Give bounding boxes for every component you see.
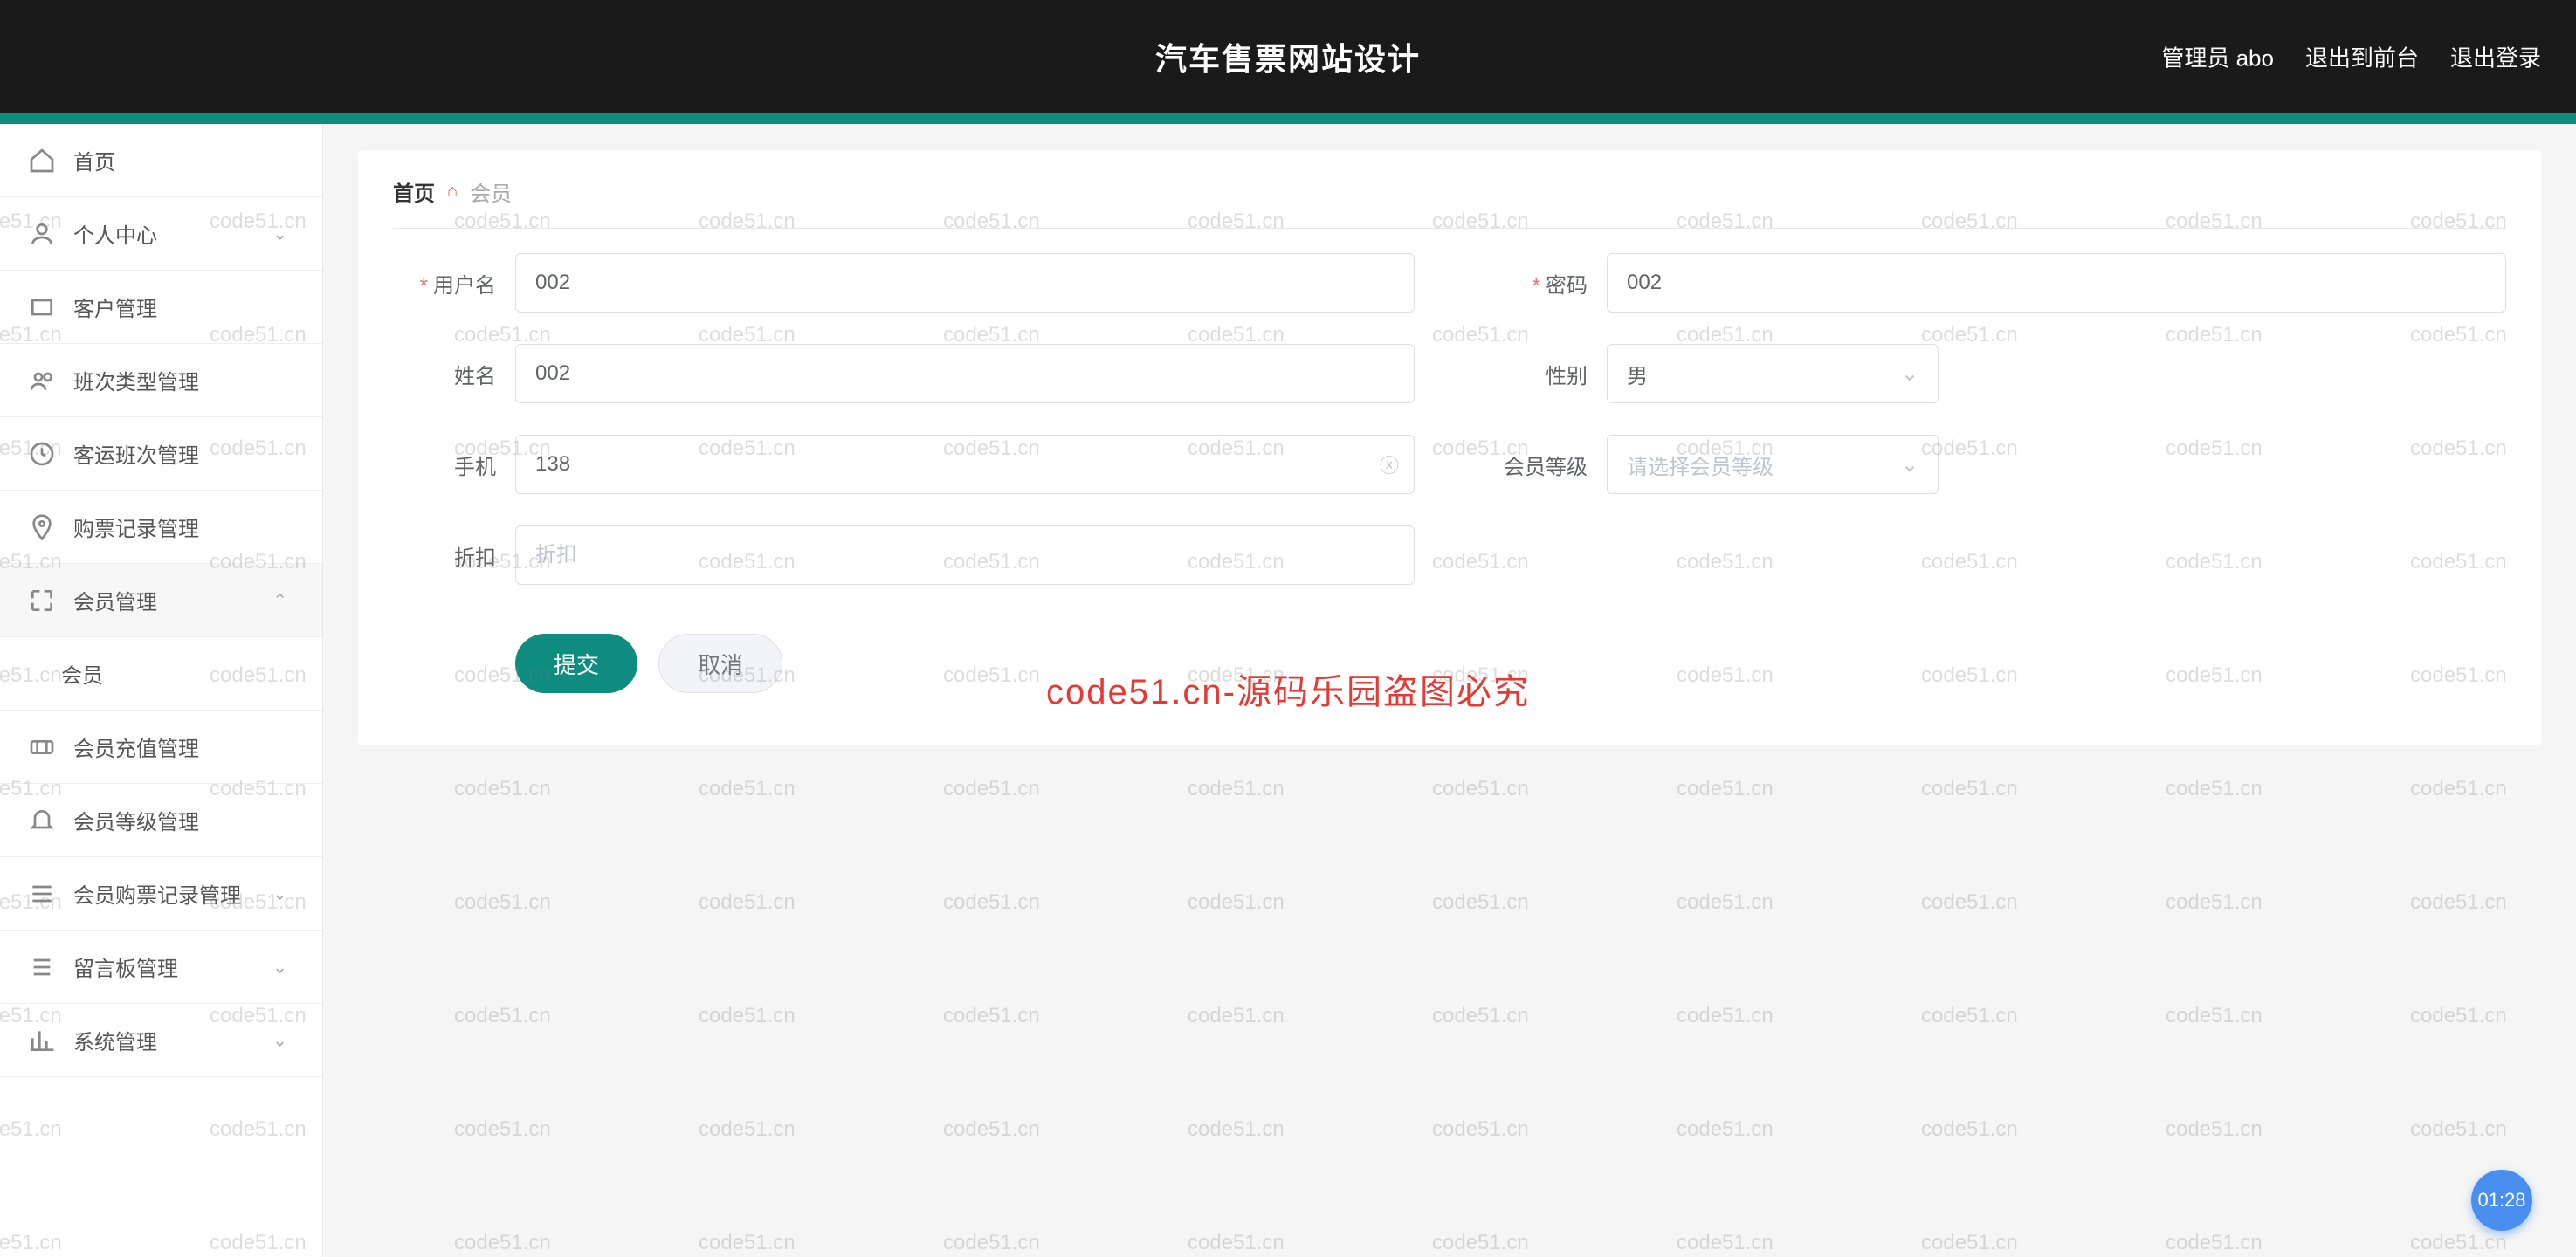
row-level: 会员等级 请选择会员等级 ⌄ [1484, 435, 2506, 494]
user-label[interactable]: 管理员 abo [2161, 41, 2274, 73]
sidebar-item-customer[interactable]: 客户管理 [0, 271, 322, 344]
header-actions: 管理员 abo 退出到前台 退出登录 [2161, 41, 2541, 73]
submit-button[interactable]: 提交 [515, 634, 637, 693]
input-discount[interactable] [515, 525, 1415, 585]
row-gender: 性别 男 ⌄ [1484, 344, 2506, 403]
cancel-button[interactable]: 取消 [658, 634, 782, 693]
sidebar-label: 会员管理 [73, 585, 157, 615]
top-header: 汽车售票网站设计 管理员 abo 退出到前台 退出登录 [0, 0, 2576, 113]
input-password[interactable] [1607, 253, 2506, 313]
chevron-down-icon: ⌄ [272, 223, 287, 244]
sidebar-item-member[interactable]: 会员管理 ⌃ [0, 564, 322, 637]
chevron-down-icon: ⌄ [272, 883, 287, 904]
sidebar-label: 会员充值管理 [73, 732, 199, 762]
row-name: 姓名 [393, 344, 1415, 403]
breadcrumb: 首页 ⌂ 会员 [393, 176, 2506, 229]
sidebar: 首页 个人中心 ⌄ 客户管理 班次类型管理 客运班次管理 购票记录管理 会员管理… [0, 124, 323, 1257]
breadcrumb-home[interactable]: 首页 [393, 176, 435, 207]
chevron-down-icon: ⌄ [272, 1029, 287, 1051]
sidebar-item-schedule-type[interactable]: 班次类型管理 [0, 344, 322, 417]
member-form: *用户名 *密码 姓名 性别 男 ⌄ [393, 253, 2506, 693]
user-icon [28, 220, 56, 248]
timer-badge[interactable]: 01:28 [2471, 1170, 2532, 1231]
sidebar-label: 客户管理 [73, 292, 157, 322]
users-icon [28, 367, 56, 395]
form-card: 首页 ⌂ 会员 *用户名 *密码 姓名 性别 [358, 150, 2541, 745]
breadcrumb-current: 会员 [470, 176, 512, 207]
select-gender-value: 男 [1627, 359, 1648, 389]
clock-icon [28, 440, 56, 468]
content-area: 首页 ⌂ 会员 *用户名 *密码 姓名 性别 [323, 124, 2576, 1257]
home-small-icon: ⌂ [447, 182, 458, 202]
label-phone: 手机 [393, 450, 515, 480]
sidebar-item-system[interactable]: 系统管理 ⌄ [0, 1004, 322, 1077]
sidebar-item-home[interactable]: 首页 [0, 124, 322, 197]
sidebar-item-bus-schedule[interactable]: 客运班次管理 [0, 417, 322, 491]
sidebar-label: 个人中心 [73, 218, 157, 249]
sidebar-label: 首页 [73, 145, 115, 175]
ticket-icon [28, 733, 56, 761]
sidebar-item-recharge[interactable]: 会员充值管理 [0, 711, 322, 784]
button-row: 提交 取消 [393, 634, 2506, 693]
sidebar-label: 会员等级管理 [73, 805, 199, 835]
sidebar-item-ticket-record[interactable]: 购票记录管理 [0, 491, 322, 564]
select-level-placeholder: 请选择会员等级 [1627, 450, 1774, 480]
select-level[interactable]: 请选择会员等级 ⌄ [1607, 435, 1939, 494]
row-username: *用户名 [393, 253, 1415, 313]
bell-icon [28, 807, 56, 835]
clear-icon[interactable]: ⓧ [1380, 450, 1399, 478]
row-discount: 折扣 [393, 525, 1415, 585]
pin-icon [28, 513, 56, 541]
sidebar-item-level[interactable]: 会员等级管理 [0, 784, 322, 857]
sidebar-label: 班次类型管理 [73, 365, 199, 395]
input-name[interactable] [515, 344, 1415, 403]
front-link[interactable]: 退出到前台 [2305, 41, 2419, 73]
site-title: 汽车售票网站设计 [1155, 34, 1421, 79]
label-level: 会员等级 [1484, 450, 1607, 480]
sidebar-item-message[interactable]: 留言板管理 ⌄ [0, 931, 322, 1004]
list-icon [28, 880, 56, 908]
chevron-up-icon: ⌃ [272, 589, 287, 611]
logout-link[interactable]: 退出登录 [2450, 41, 2541, 73]
rect-icon [28, 293, 56, 321]
sidebar-sub-member[interactable]: 会员 [0, 637, 322, 711]
home-icon [28, 147, 56, 175]
sidebar-label: 会员购票记录管理 [73, 878, 241, 909]
expand-icon [28, 587, 56, 615]
label-gender: 性别 [1484, 359, 1607, 389]
accent-bar [0, 113, 2576, 124]
sidebar-item-member-ticket[interactable]: 会员购票记录管理 ⌄ [0, 857, 322, 931]
select-gender[interactable]: 男 ⌄ [1607, 344, 1939, 403]
chevron-down-icon: ⌄ [1901, 452, 1918, 477]
label-password: *密码 [1484, 268, 1607, 299]
label-name: 姓名 [393, 359, 515, 389]
label-discount: 折扣 [393, 540, 515, 571]
label-username: *用户名 [393, 268, 515, 299]
input-username[interactable] [515, 253, 1415, 313]
chart-icon [28, 1027, 56, 1054]
list2-icon [28, 953, 56, 981]
row-phone: 手机 ⓧ [393, 435, 1415, 494]
chevron-down-icon: ⌄ [272, 956, 287, 978]
sidebar-label: 客运班次管理 [73, 438, 199, 469]
sidebar-label: 购票记录管理 [73, 512, 199, 542]
chevron-down-icon: ⌄ [1901, 361, 1918, 387]
row-password: *密码 [1484, 253, 2506, 313]
sidebar-item-profile[interactable]: 个人中心 ⌄ [0, 197, 322, 271]
input-phone[interactable] [515, 435, 1415, 494]
sidebar-label: 留言板管理 [73, 951, 178, 982]
sidebar-label: 系统管理 [73, 1025, 157, 1055]
